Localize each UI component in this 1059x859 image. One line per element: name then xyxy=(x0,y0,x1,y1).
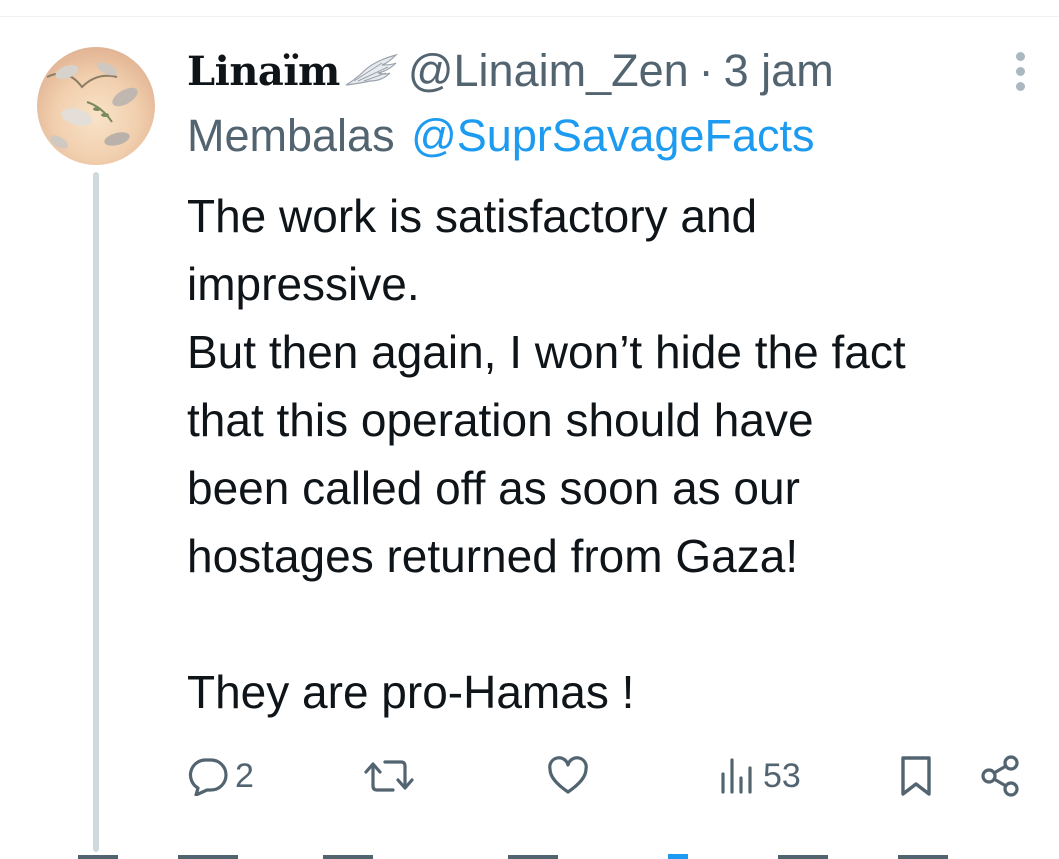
tweet-line: They are pro-Hamas ! xyxy=(187,666,635,718)
avatar[interactable] xyxy=(37,47,155,165)
tweet-line: impressive. xyxy=(187,258,420,310)
tweet-header: Linaïm @Linaim_Zen · 3 jam xyxy=(187,42,967,100)
next-row-peek xyxy=(78,854,948,859)
reply-mention-link[interactable]: @SuprSavageFacts xyxy=(411,110,814,161)
share-icon xyxy=(979,754,1023,798)
timestamp[interactable]: 3 jam xyxy=(724,45,834,97)
replying-to-label: Membalas xyxy=(187,110,395,161)
reply-button[interactable]: 2 xyxy=(187,752,254,800)
wing-icon xyxy=(342,51,400,91)
thread-line xyxy=(93,172,99,852)
action-bar: 2 53 xyxy=(187,752,1027,802)
share-button[interactable] xyxy=(979,752,1023,800)
views-count: 53 xyxy=(763,756,801,795)
separator-dot: · xyxy=(698,45,714,96)
replying-to: Membalas @SuprSavageFacts xyxy=(187,110,814,166)
more-options-icon[interactable] xyxy=(1005,52,1035,96)
tweet-line: been called off as soon as our xyxy=(187,462,800,514)
tweet-text: The work is satisfactory and impressive.… xyxy=(187,182,1047,726)
tweet-line: that this operation should have xyxy=(187,394,814,446)
views-bar-chart-icon xyxy=(717,756,757,796)
reply-count: 2 xyxy=(235,756,254,795)
like-button[interactable] xyxy=(547,752,589,800)
user-handle[interactable]: @Linaim_Zen xyxy=(408,45,689,97)
reply-bubble-icon xyxy=(187,756,229,796)
tweet-line: The work is satisfactory and xyxy=(187,190,758,242)
retweet-icon xyxy=(363,756,415,796)
tweet-line: But then again, I won’t hide the fact xyxy=(187,326,906,378)
top-divider xyxy=(0,16,1059,17)
bookmark-button[interactable] xyxy=(899,752,933,800)
tweet-line: hostages returned from Gaza! xyxy=(187,530,799,582)
retweet-button[interactable] xyxy=(363,752,415,800)
bookmark-icon xyxy=(899,754,933,798)
views-button[interactable]: 53 xyxy=(717,752,801,800)
display-name[interactable]: Linaïm xyxy=(187,48,340,95)
doves-image xyxy=(46,62,138,149)
heart-icon xyxy=(547,756,589,796)
